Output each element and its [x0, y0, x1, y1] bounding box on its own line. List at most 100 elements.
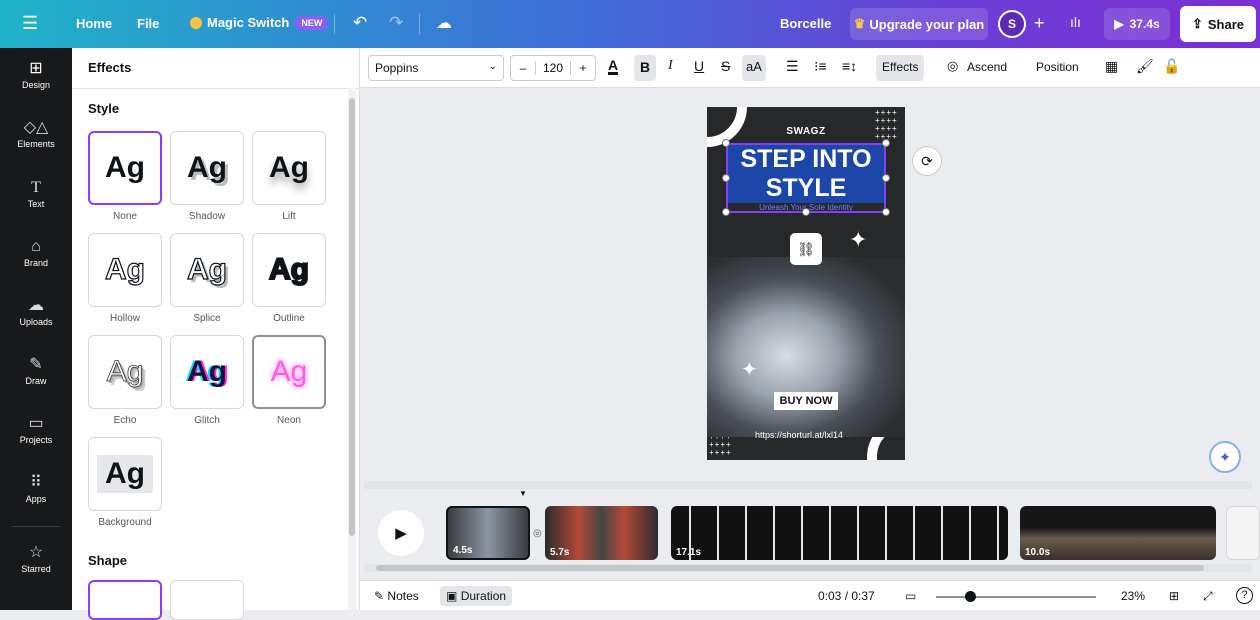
redo-icon[interactable]: ↷ [389, 13, 403, 33]
effect-neon-tile[interactable]: Ag [252, 335, 326, 409]
timeline-clip[interactable]: 17.1s [671, 506, 1008, 560]
rail-item-starred[interactable]: ☆ Starred [0, 544, 72, 574]
link-icon[interactable]: ⛓ [790, 233, 822, 265]
increase-size-button[interactable]: + [571, 61, 595, 75]
transparency-icon[interactable]: ▦ [1105, 58, 1118, 75]
resize-handle[interactable] [882, 208, 890, 216]
line-spacing-icon[interactable]: ≡↕ [842, 58, 857, 74]
resize-handle[interactable] [722, 174, 730, 182]
file-menu[interactable]: File [137, 16, 159, 31]
rail-label: Draw [25, 376, 47, 386]
design-page[interactable]: ++++++++++++++++ ++++++++++++++++ SWAGZ … [707, 107, 905, 460]
effect-none-tile[interactable]: Ag [88, 131, 162, 205]
upgrade-plan-button[interactable]: ♛ Upgrade your plan [850, 8, 988, 40]
sneaker-photo[interactable] [707, 257, 905, 437]
panel-scroll-thumb[interactable] [349, 98, 355, 536]
rail-label: Brand [23, 258, 49, 268]
brand-name[interactable]: Borcelle [780, 16, 831, 31]
resize-handle[interactable] [882, 174, 890, 182]
duration-button[interactable]: ▣ Duration [440, 586, 513, 606]
rail-item-text[interactable]: T Text [0, 179, 72, 209]
decrease-size-button[interactable]: – [511, 61, 535, 75]
position-button[interactable]: Position [1030, 55, 1085, 81]
italic-button[interactable]: I [668, 58, 673, 74]
underline-button[interactable]: U [694, 58, 704, 74]
playback-time: 0:03 / 0:37 [818, 589, 875, 603]
resize-handle[interactable] [722, 208, 730, 216]
effect-echo-tile[interactable]: Ag [88, 335, 162, 409]
effect-label: Shadow [188, 211, 226, 222]
hamburger-menu-icon[interactable]: ☰ [22, 14, 38, 32]
effect-hollow-tile[interactable]: Ag [88, 233, 162, 307]
shape-curve-tile[interactable] [170, 580, 244, 620]
resize-handle[interactable] [882, 139, 890, 147]
font-size-value[interactable]: 120 [535, 61, 571, 75]
strikethrough-button[interactable]: S [721, 58, 730, 74]
zoom-slider-handle[interactable] [965, 591, 976, 602]
align-center-icon[interactable]: ☰ [786, 58, 799, 75]
resize-handle[interactable] [802, 208, 810, 216]
grid-view-icon[interactable]: ⊞ [1169, 589, 1179, 603]
effect-background-tile[interactable]: Ag [88, 437, 162, 511]
effect-lift-tile[interactable]: Ag [252, 131, 326, 205]
rail-item-elements[interactable]: ◇△ Elements [0, 119, 72, 149]
effect-splice-tile[interactable]: Ag [170, 233, 244, 307]
play-icon: ▶ [1114, 17, 1124, 31]
rail-item-brand[interactable]: ⌂ Brand [0, 238, 72, 268]
rail-item-apps[interactable]: ⠿ Apps [0, 474, 72, 504]
magic-switch-button[interactable]: Magic Switch NEW [190, 15, 329, 30]
page-view-icon[interactable]: ▭ [905, 589, 916, 603]
bold-button[interactable]: B [634, 55, 657, 81]
text-color-icon[interactable]: A [608, 58, 619, 75]
bullet-list-icon[interactable]: ⁝≡ [814, 58, 827, 75]
timeline-clip[interactable]: 5.7s [545, 506, 658, 560]
add-clip-slot[interactable] [1226, 506, 1260, 560]
font-size-stepper[interactable]: – 120 + [510, 55, 596, 81]
help-icon[interactable]: ? [1236, 587, 1253, 604]
rail-item-draw[interactable]: ✎ Draw [0, 356, 72, 386]
playhead-marker[interactable]: ▼ [519, 489, 527, 498]
timeline-scrollbar[interactable] [364, 564, 1252, 572]
timeline-play-button[interactable]: ▶ [378, 510, 424, 556]
animation-ascend-button[interactable]: Ascend [961, 55, 1013, 81]
text-selection-box[interactable] [726, 143, 886, 213]
zoom-slider[interactable] [936, 596, 1096, 598]
design-cta-text[interactable]: BUY NOW [774, 392, 838, 410]
lock-icon[interactable]: 🔓 [1163, 58, 1180, 75]
timeline-scroll-thumb[interactable] [376, 565, 1204, 571]
analytics-icon[interactable]: ılı [1070, 14, 1081, 30]
zoom-level[interactable]: 23% [1121, 589, 1145, 603]
fullscreen-icon[interactable]: ⤢ [1203, 589, 1213, 604]
rail-item-projects[interactable]: ▭ Projects [0, 415, 72, 445]
transition-icon[interactable]: ◎ [533, 528, 542, 539]
timeline-clip[interactable]: 10.0s [1020, 506, 1216, 560]
effect-shadow-tile[interactable]: Ag [170, 131, 244, 205]
letter-case-button[interactable]: aA [742, 55, 766, 81]
rail-item-design[interactable]: ⊞ Design [0, 60, 72, 90]
effect-glitch-tile[interactable]: Ag [170, 335, 244, 409]
panel-scrollbar[interactable] [348, 88, 356, 610]
share-button[interactable]: ⇪ Share [1180, 6, 1256, 42]
magic-assistant-icon[interactable]: ✦ [1209, 441, 1241, 473]
add-collaborator-icon[interactable]: + [1034, 13, 1045, 34]
undo-icon[interactable]: ↶ [353, 13, 367, 33]
duration-label: Duration [460, 589, 507, 603]
design-brand-text[interactable]: SWAGZ [707, 126, 905, 137]
rotate-icon[interactable]: ⟳ [912, 146, 942, 176]
notes-button[interactable]: ✎ Notes [374, 589, 419, 603]
font-family-select[interactable]: Poppins ⌄ [368, 55, 504, 81]
avatar[interactable]: S [998, 10, 1026, 38]
effect-outline-tile[interactable]: Ag [252, 233, 326, 307]
rail-item-uploads[interactable]: ☁ Uploads [0, 297, 72, 327]
shape-none-tile[interactable] [88, 580, 162, 620]
cloud-saved-icon[interactable]: ☁ [436, 13, 452, 33]
design-url-text[interactable]: https://shorturl.at/lxl14 [755, 430, 875, 440]
effects-button[interactable]: Effects [876, 55, 925, 81]
home-link[interactable]: Home [76, 16, 112, 31]
resize-handle[interactable] [722, 139, 730, 147]
animate-icon[interactable]: ◎ [947, 58, 958, 74]
present-play-button[interactable]: ▶ 37.4s [1104, 8, 1170, 40]
timeline-clip[interactable]: 4.5s [446, 506, 530, 560]
format-painter-icon[interactable]: 🖌 [1136, 58, 1154, 75]
bottom-bar: ✎ Notes ▣ Duration 0:03 / 0:37 ▭ 23% ⊞ ⤢… [360, 580, 1260, 610]
